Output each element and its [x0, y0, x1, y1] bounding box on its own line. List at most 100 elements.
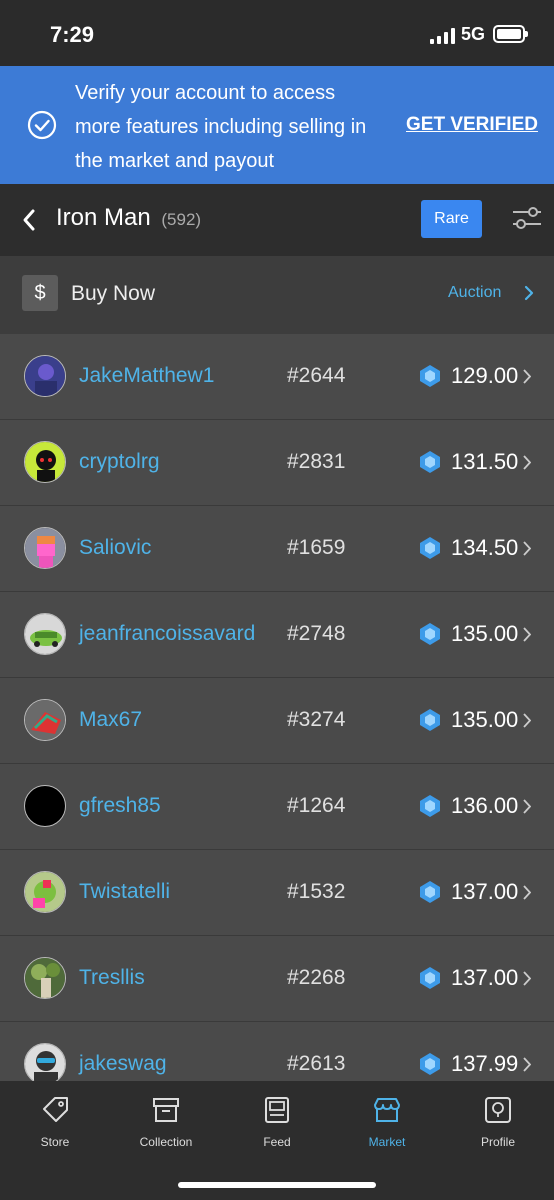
- coin-icon: [420, 881, 440, 903]
- chevron-right-icon: [523, 799, 531, 814]
- serial-number: #1264: [287, 794, 346, 817]
- serial-number: #2613: [287, 1052, 346, 1075]
- listing-row[interactable]: jakeswag #2613 137.99: [0, 1022, 554, 1081]
- chevron-right-icon[interactable]: [524, 284, 534, 302]
- avatar: [24, 355, 66, 397]
- store-tag-icon: [43, 1097, 68, 1122]
- tab-store[interactable]: Store: [0, 1081, 110, 1161]
- price: 137.00: [451, 965, 519, 990]
- page-header: Iron Man (592) Rare: [0, 184, 554, 256]
- title-text: Iron Man: [56, 204, 151, 231]
- serial-number: #2268: [287, 966, 346, 989]
- coin-icon: [420, 365, 440, 387]
- seller-username[interactable]: Max67: [79, 708, 142, 732]
- listing-row[interactable]: Saliovic #1659 134.50: [0, 506, 554, 592]
- network-label: 5G: [461, 24, 486, 44]
- listing-row[interactable]: gfresh85 #1264 136.00: [0, 764, 554, 850]
- avatar: [24, 785, 66, 827]
- listing-row[interactable]: JakeMatthew1 #2644 129.00: [0, 334, 554, 420]
- price: 137.00: [451, 879, 519, 904]
- chevron-right-icon: [523, 713, 531, 728]
- tab-label: Store: [40, 1135, 70, 1149]
- rare-filter-button[interactable]: Rare: [421, 200, 482, 238]
- status-bar: 7:29 5G: [0, 0, 554, 66]
- chevron-right-icon: [523, 627, 531, 642]
- tab-profile[interactable]: Profile: [443, 1081, 553, 1161]
- serial-number: #1532: [287, 880, 346, 903]
- chevron-right-icon: [523, 1057, 531, 1072]
- avatar: [24, 1043, 66, 1081]
- avatar: [24, 957, 66, 999]
- listing-count: (592): [161, 210, 202, 229]
- tab-label: Profile: [480, 1135, 515, 1149]
- tab-label: Collection: [139, 1135, 193, 1149]
- seller-username[interactable]: Saliovic: [79, 536, 151, 560]
- price: 135.00: [451, 621, 519, 646]
- seller-username[interactable]: jeanfrancoissavard: [79, 622, 255, 646]
- price: 134.50: [451, 535, 519, 560]
- verify-message: Verify your account to access more featu…: [75, 82, 367, 172]
- listing-list: JakeMatthew1 #2644 129.00 cryptolrg #283…: [0, 334, 554, 1081]
- get-verified-link[interactable]: GET VERIFIED: [406, 114, 538, 136]
- seller-username[interactable]: cryptolrg: [79, 450, 160, 474]
- price: 136.00: [451, 793, 519, 818]
- tab-label: Feed: [263, 1135, 291, 1149]
- serial-number: #2644: [287, 364, 346, 387]
- tab-collection[interactable]: Collection: [111, 1081, 221, 1161]
- avatar: [24, 441, 66, 483]
- avatar: [24, 613, 66, 655]
- serial-number: #2831: [287, 450, 346, 473]
- seller-username[interactable]: jakeswag: [79, 1052, 167, 1076]
- listing-row[interactable]: jeanfrancoissavard #2748 135.00: [0, 592, 554, 678]
- seller-username[interactable]: JakeMatthew1: [79, 364, 214, 388]
- avatar: [24, 871, 66, 913]
- avatar: [24, 699, 66, 741]
- serial-number: #3274: [287, 708, 346, 731]
- coin-icon: [420, 537, 440, 559]
- price: 135.00: [451, 707, 519, 732]
- chevron-right-icon: [523, 369, 531, 384]
- seller-username[interactable]: Tresllis: [79, 966, 145, 990]
- listing-row[interactable]: Twistatelli #1532 137.00: [0, 850, 554, 936]
- listing-row[interactable]: cryptolrg #2831 131.50: [0, 420, 554, 506]
- price: 131.50: [451, 449, 519, 474]
- tab-label: Market: [368, 1135, 406, 1149]
- dollar-icon: $: [22, 275, 58, 311]
- collection-box-icon: [153, 1098, 179, 1122]
- signal-icon: [430, 28, 456, 44]
- tab-feed[interactable]: Feed: [222, 1081, 332, 1161]
- auction-link[interactable]: Auction: [448, 284, 501, 302]
- battery-icon: [493, 25, 528, 43]
- chevron-right-icon: [523, 455, 531, 470]
- chevron-right-icon: [523, 541, 531, 556]
- feed-icon: [265, 1097, 289, 1123]
- seller-username[interactable]: gfresh85: [79, 794, 161, 818]
- buy-now-label: Buy Now: [71, 282, 156, 305]
- chevron-right-icon: [523, 971, 531, 986]
- chevron-right-icon: [523, 885, 531, 900]
- price: 137.99: [451, 1051, 519, 1076]
- back-chevron-icon[interactable]: [18, 206, 40, 234]
- serial-number: #1659: [287, 536, 346, 559]
- seller-username[interactable]: Twistatelli: [79, 880, 170, 904]
- serial-number: #2748: [287, 622, 346, 645]
- check-circle-icon: [27, 110, 57, 140]
- coin-icon: [420, 795, 440, 817]
- page-title: Iron Man (592): [56, 204, 201, 232]
- avatar: [24, 527, 66, 569]
- filter-sliders-icon[interactable]: [511, 203, 543, 233]
- coin-icon: [420, 1053, 440, 1075]
- price: 129.00: [451, 363, 519, 388]
- buy-now-row: $ Buy Now Auction: [0, 256, 554, 334]
- profile-icon: [485, 1097, 511, 1123]
- listing-row[interactable]: Tresllis #2268 137.00: [0, 936, 554, 1022]
- coin-icon: [420, 623, 440, 645]
- tab-market[interactable]: Market: [332, 1081, 442, 1161]
- market-icon: [374, 1098, 400, 1122]
- listing-row[interactable]: Max67 #3274 135.00: [0, 678, 554, 764]
- home-indicator[interactable]: [178, 1182, 376, 1188]
- coin-icon: [420, 967, 440, 989]
- coin-icon: [420, 451, 440, 473]
- coin-icon: [420, 709, 440, 731]
- status-time: 7:29: [50, 22, 95, 47]
